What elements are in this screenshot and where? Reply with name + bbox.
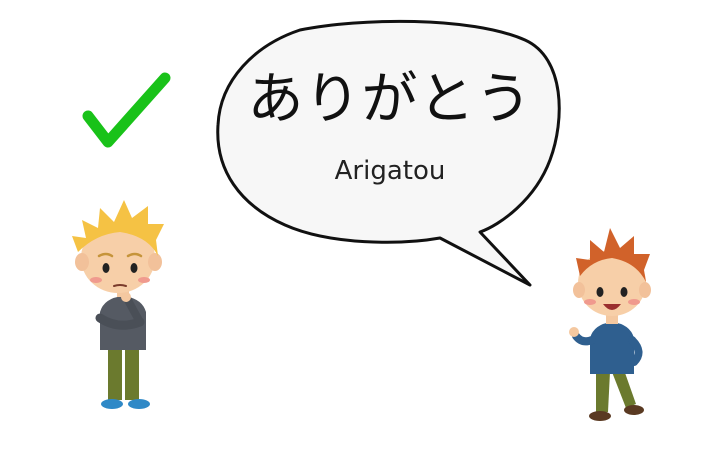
speech-bubble (216, 19, 561, 287)
check-mark-icon (82, 72, 171, 148)
boy-thinking-figure (72, 200, 164, 409)
boy-speaking-figure (569, 228, 651, 421)
speech-bubble-japanese-text: ありがとう (247, 67, 533, 132)
speech-bubble-romaji-text: Arigatou (334, 156, 446, 186)
